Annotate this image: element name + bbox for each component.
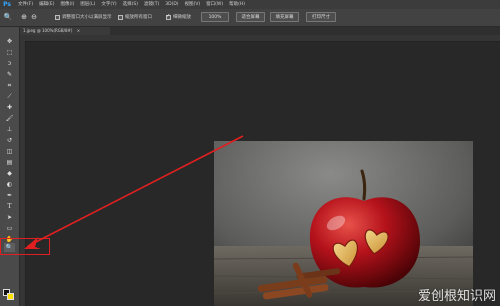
watermark: 爱创根知识网 bbox=[417, 289, 496, 304]
zoom-tool-highlight-box bbox=[0, 238, 50, 255]
annotation-arrow bbox=[24, 135, 244, 249]
